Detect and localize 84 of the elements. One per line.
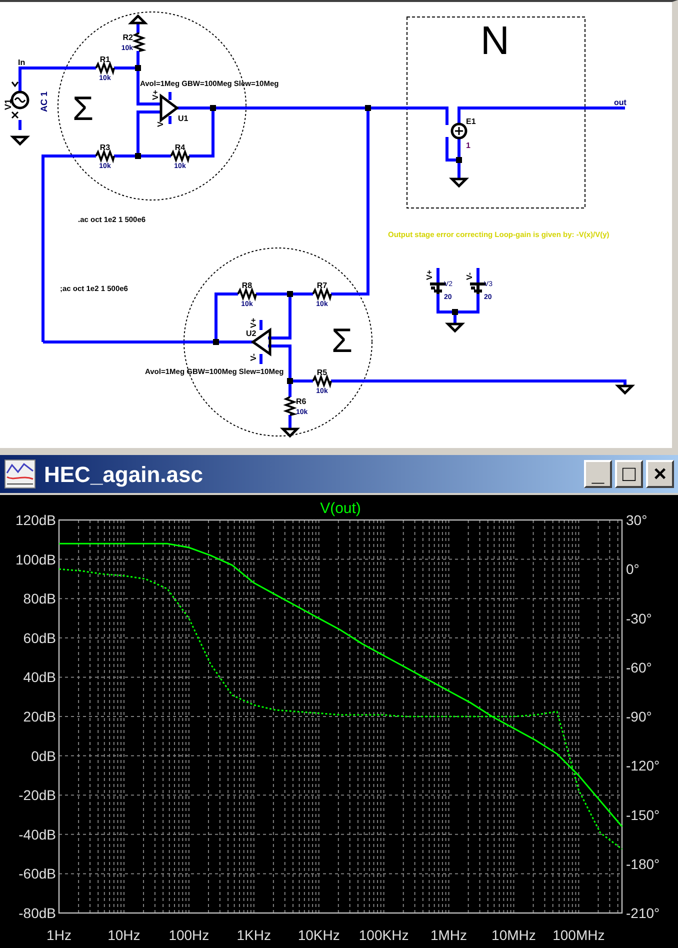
net-label: out bbox=[614, 98, 626, 107]
resistor-symbol bbox=[312, 374, 332, 388]
axis-tick-label: 60dB bbox=[23, 630, 56, 646]
axis-tick-label: 100KHz bbox=[358, 927, 409, 943]
pin-label: V+ bbox=[249, 318, 258, 328]
component-label: R8 bbox=[242, 281, 252, 290]
component-label: U1 bbox=[178, 114, 188, 123]
ground-symbol bbox=[448, 178, 470, 188]
axis-tick-label: -90° bbox=[626, 708, 652, 724]
block-symbol: Σ bbox=[72, 90, 94, 128]
component-label: E1 bbox=[466, 117, 476, 126]
pin-label: V+ bbox=[151, 90, 160, 100]
wire bbox=[260, 354, 262, 364]
ground-symbol bbox=[10, 136, 30, 146]
controlled-source-symbol bbox=[450, 122, 468, 140]
component-value: 1 bbox=[466, 141, 470, 150]
plot-window-icon bbox=[4, 459, 36, 489]
axis-tick-label: 1Hz bbox=[46, 927, 72, 943]
trace-title: V(out) bbox=[320, 500, 361, 517]
wire bbox=[476, 268, 480, 284]
wire bbox=[436, 268, 440, 284]
resistor-symbol bbox=[95, 61, 115, 76]
component-value: AC 1 bbox=[39, 91, 49, 112]
axis-tick-label: 10Hz bbox=[108, 927, 140, 943]
resistor-symbol bbox=[132, 32, 146, 52]
wire bbox=[260, 320, 262, 330]
axis-tick-label: -60dB bbox=[18, 866, 56, 882]
axis-tick-label: -20dB bbox=[18, 787, 56, 804]
axis-tick-label: 1KHz bbox=[236, 927, 271, 943]
block-symbol: N bbox=[480, 19, 510, 63]
net-label: In bbox=[18, 58, 26, 67]
axis-tick-label: -30° bbox=[626, 610, 652, 626]
block-symbol: Σ bbox=[331, 322, 353, 360]
resistor-symbol bbox=[237, 287, 257, 302]
component-label: U2 bbox=[246, 329, 256, 338]
axis-tick-label: -210° bbox=[626, 905, 660, 921]
resistor-symbol bbox=[170, 149, 190, 164]
ground-symbol bbox=[444, 322, 466, 333]
supply-symbol bbox=[128, 14, 148, 24]
axis-tick-label: 40dB bbox=[23, 669, 56, 686]
component-label: R4 bbox=[174, 143, 186, 152]
axis-tick-label: 0° bbox=[626, 561, 640, 578]
axis-tick-label: -80dB bbox=[18, 905, 56, 921]
pin-label: V- bbox=[465, 272, 474, 280]
axis-tick-label: -60° bbox=[626, 659, 652, 676]
pin-label: V- bbox=[249, 353, 258, 361]
axis-tick-label: 20dB bbox=[23, 708, 56, 724]
resistor-symbol bbox=[95, 149, 115, 164]
component-label: R2 bbox=[122, 33, 133, 42]
axis-tick-label: 100dB bbox=[16, 551, 56, 568]
component-label: R5 bbox=[316, 368, 328, 377]
minimize-button[interactable]: _ bbox=[584, 460, 612, 488]
resistor-symbol bbox=[283, 396, 298, 416]
resistor-symbol bbox=[312, 287, 332, 302]
axis-tick-label: 100MHz bbox=[552, 927, 605, 943]
window-title: HEC_again.asc bbox=[44, 460, 204, 489]
voltage-source-symbol bbox=[10, 81, 30, 130]
axis-tick-label: 10MHz bbox=[492, 927, 536, 943]
pin-label: V+ bbox=[425, 270, 434, 280]
wire bbox=[136, 22, 140, 33]
component-label: R7 bbox=[316, 281, 328, 290]
component-label: R1 bbox=[100, 55, 110, 64]
axis-tick-label: 80dB bbox=[23, 590, 56, 607]
axis-tick-label: -40dB bbox=[18, 826, 56, 842]
axis-tick-label: 10KHz bbox=[298, 927, 340, 943]
axis-tick-label: -180° bbox=[626, 856, 660, 872]
component-label: R3 bbox=[100, 143, 110, 152]
ground-symbol bbox=[614, 384, 636, 395]
opamp-symbol bbox=[160, 94, 180, 122]
axis-tick-label: 100Hz bbox=[168, 927, 210, 943]
wire bbox=[168, 92, 172, 100]
close-button[interactable]: × bbox=[646, 460, 674, 488]
axis-tick-label: -150° bbox=[626, 806, 660, 823]
component-label: R6 bbox=[296, 397, 306, 406]
ground-symbol bbox=[280, 428, 300, 438]
axis-tick-label: 0dB bbox=[31, 748, 56, 764]
axis-tick-label: -120° bbox=[626, 758, 660, 774]
axis-tick-label: 1MHz bbox=[430, 927, 468, 943]
axis-tick-label: 30° bbox=[626, 512, 648, 528]
component-label: V1 bbox=[3, 98, 13, 110]
maximize-button[interactable]: □ bbox=[615, 460, 643, 488]
wire bbox=[288, 415, 292, 428]
axis-tick-label: 120dB bbox=[16, 512, 56, 528]
wire bbox=[168, 116, 172, 124]
